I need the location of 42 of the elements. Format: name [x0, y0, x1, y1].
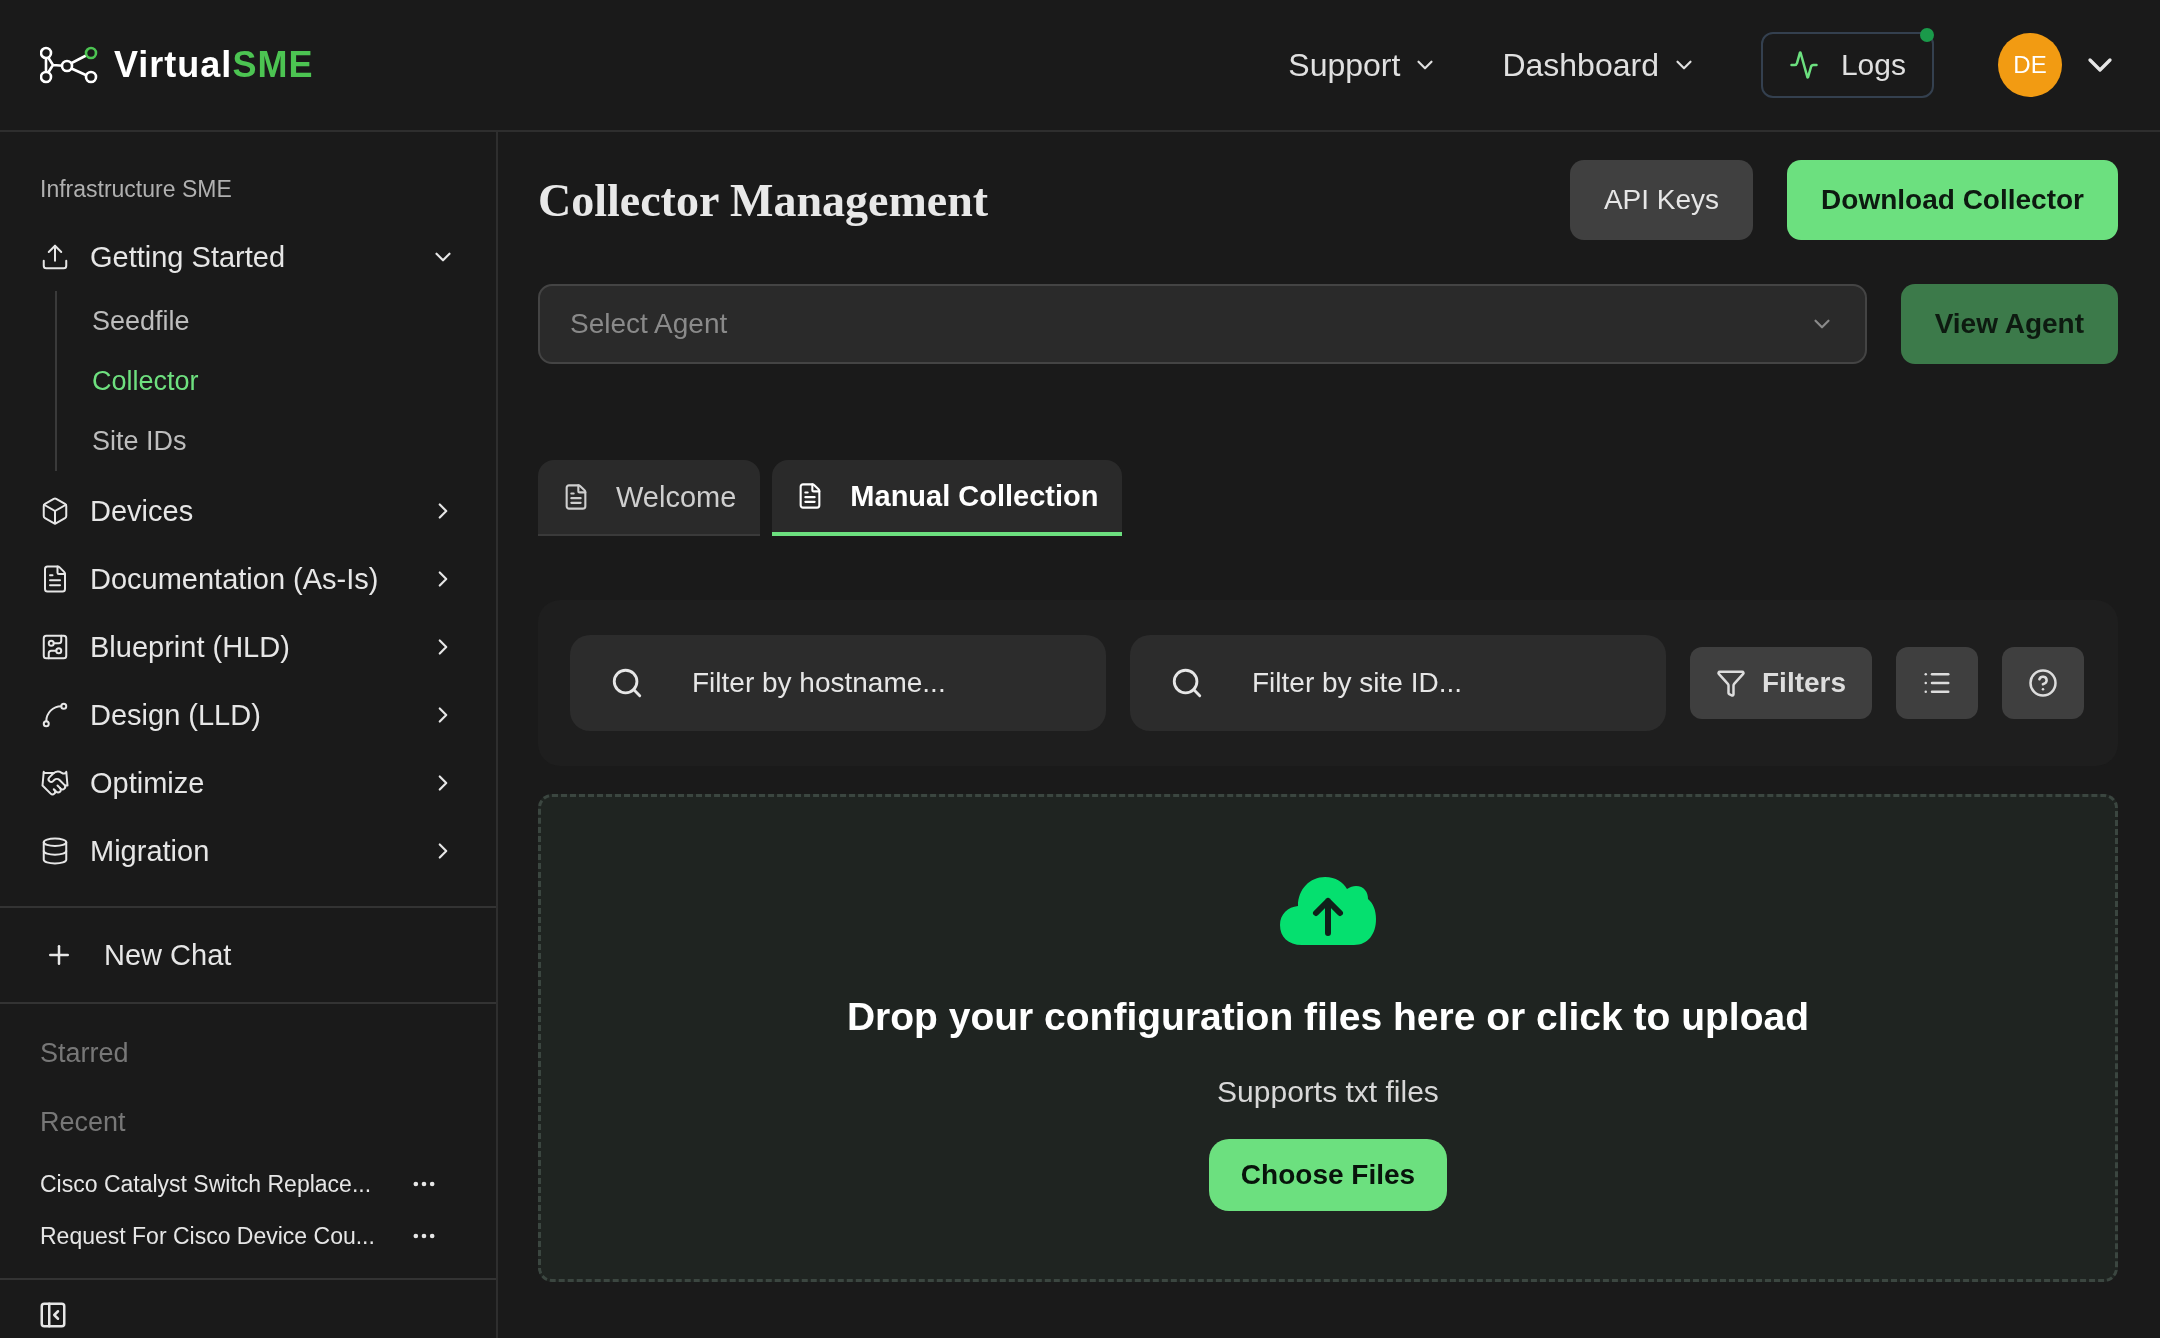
api-keys-button[interactable]: API Keys: [1569, 160, 1754, 240]
site-filter-field[interactable]: Filter by site ID...: [1130, 635, 1666, 731]
help-icon: [2028, 668, 2059, 698]
collapse-sidebar-icon[interactable]: [38, 1300, 68, 1330]
dropzone-hint: Supports txt files: [1217, 1075, 1439, 1109]
sidebar-item[interactable]: Migration: [40, 817, 456, 885]
sidebar-subitem[interactable]: Seedfile: [92, 291, 456, 351]
tab[interactable]: Welcome: [538, 460, 761, 536]
brand-name: VirtualSME: [114, 44, 314, 86]
sidebar-item[interactable]: Documentation (As-Is): [40, 545, 456, 613]
new-chat-button[interactable]: New Chat: [0, 908, 496, 1004]
agent-select[interactable]: Select Agent: [538, 284, 1867, 364]
recent-chat-item[interactable]: Cisco Catalyst Switch Replace...: [40, 1170, 410, 1198]
group-title: Starred: [40, 1038, 130, 1069]
nav-menu-button[interactable]: Support: [1288, 46, 1439, 84]
tab[interactable]: Manual Collection: [772, 460, 1123, 536]
dropzone-heading: Drop your configuration files here or click to upload: [846, 995, 1810, 1039]
cloud-upload-icon: [1280, 877, 1376, 945]
sidebar-item[interactable]: Getting Started: [40, 223, 456, 291]
filters-button[interactable]: Filters: [1690, 647, 1873, 719]
search-icon: [1170, 666, 1204, 700]
sidebar-item[interactable]: Devices: [40, 477, 456, 545]
section-title: Infrastructure SME: [40, 176, 233, 203]
sidebar-subitem[interactable]: Site IDs: [92, 411, 456, 471]
choose-files-button[interactable]: Choose Files: [1208, 1139, 1448, 1211]
upload-dropzone[interactable]: Drop your configuration files here or click to upload Supports txt files Choose Files: [538, 794, 2118, 1282]
sidebar-item[interactable]: Design (LLD): [40, 681, 456, 749]
nav-menu-button[interactable]: Dashboard: [1502, 46, 1697, 84]
search-icon: [610, 666, 644, 700]
sidebar-item[interactable]: Blueprint (HLD): [40, 613, 456, 681]
page-title: Collector Management: [538, 173, 990, 227]
logo-icon: [40, 46, 100, 84]
list-view-button[interactable]: [1896, 647, 1979, 719]
pulse-icon: [1788, 50, 1819, 80]
download-button[interactable]: Download Collector: [1787, 160, 2118, 240]
filter-icon: [1716, 668, 1746, 698]
sidebar-item[interactable]: Optimize: [40, 749, 456, 817]
recent-chat-item[interactable]: Request For Cisco Device Cou...: [40, 1222, 410, 1250]
hostname-filter-field[interactable]: Filter by hostname...: [570, 635, 1106, 731]
help-button[interactable]: [2002, 647, 2085, 719]
sidebar-subitem[interactable]: Collector: [92, 351, 456, 411]
group-title: Recent: [40, 1107, 127, 1138]
